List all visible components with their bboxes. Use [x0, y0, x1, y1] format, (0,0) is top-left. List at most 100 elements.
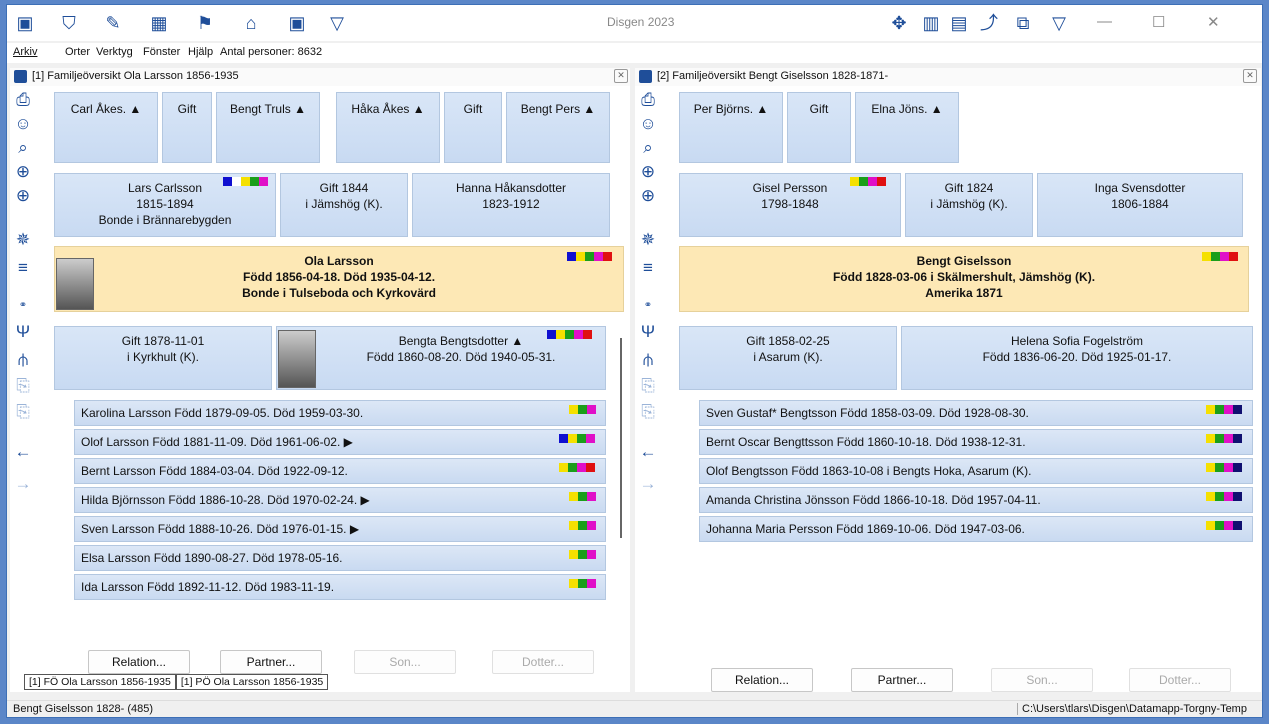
relation-icon[interactable]: ⚭ — [13, 296, 33, 316]
person-search-icon[interactable]: ☺ — [13, 114, 33, 134]
spouse-box[interactable]: Bengta Bengtsdotter ▲ Född 1860-08-20. D… — [276, 326, 606, 390]
partner-button[interactable]: Partner... — [851, 668, 953, 692]
child-row[interactable]: Sven Gustaf* Bengtsson Född 1858-03-09. … — [699, 400, 1253, 426]
print-icon[interactable]: ⎙ — [638, 90, 658, 110]
search-icon[interactable]: ⌕ — [638, 138, 658, 158]
columns-icon[interactable]: ▥ — [919, 11, 943, 35]
link-icon[interactable]: ⧉ — [1011, 11, 1035, 35]
menu-orter[interactable]: Orter — [65, 46, 90, 58]
son-button[interactable]: Son... — [991, 668, 1093, 692]
relation-button[interactable]: Relation... — [88, 650, 190, 674]
grandparent-box[interactable]: Bengt Pers ▲ — [506, 92, 610, 163]
child-name: Olof Larsson Född 1881-11-09. Död 1961-0… — [81, 435, 353, 449]
forward-arrow-icon[interactable]: → — [638, 474, 658, 494]
menu-arkiv[interactable]: Arkiv — [13, 46, 37, 58]
family-tree-icon[interactable]: Ψ — [638, 322, 658, 342]
grandparent-box[interactable]: Elna Jöns. ▲ — [855, 92, 959, 163]
marriage-box[interactable]: Gift 1858-02-25 i Asarum (K). — [679, 326, 897, 390]
child-row[interactable]: Johanna Maria Persson Född 1869-10-06. D… — [699, 516, 1253, 542]
globe-add-icon[interactable]: ⊕ — [638, 162, 658, 182]
relation-icon[interactable]: ⚭ — [638, 296, 658, 316]
mother-box[interactable]: Inga Svensdotter 1806-1884 — [1037, 173, 1243, 237]
mother-box[interactable]: Hanna Håkansdotter 1823-1912 — [412, 173, 610, 237]
back-arrow-icon[interactable]: ← — [638, 442, 658, 462]
dotter-button[interactable]: Dotter... — [492, 650, 594, 674]
list-menu-icon[interactable]: ≡ — [638, 258, 658, 278]
place-icon[interactable]: ⌂ — [239, 11, 263, 35]
import-icon[interactable]: ⎘ — [638, 402, 658, 422]
main-person-box[interactable]: Ola Larsson Född 1856-04-18. Död 1935-04… — [54, 246, 624, 312]
move-icon[interactable]: ✥ — [887, 11, 911, 35]
globe-view-icon[interactable]: ⊕ — [13, 186, 33, 206]
customize-right-icon[interactable]: ▽ — [1047, 11, 1071, 35]
child-row[interactable]: Elsa Larsson Född 1890-08-27. Död 1978-0… — [74, 545, 606, 571]
person-search-icon[interactable]: ☺ — [638, 114, 658, 134]
flag-icon[interactable]: ⚑ — [193, 11, 217, 35]
child-name: Ida Larsson Född 1892-11-12. Död 1983-11… — [81, 580, 335, 594]
tab-person-overview[interactable]: [1] PÖ Ola Larsson 1856-1935 — [175, 674, 329, 690]
descendants-icon[interactable]: ⫛ — [13, 350, 33, 370]
person-card-icon[interactable]: ▣ — [285, 11, 309, 35]
father-box[interactable]: Lars Carlsson 1815-1894 Bonde i Brännare… — [54, 173, 276, 237]
marriage-box[interactable]: Gift 1878-11-01 i Kyrkhult (K). — [54, 326, 272, 390]
spouse-box[interactable]: Helena Sofia Fogelström Född 1836-06-20.… — [901, 326, 1253, 390]
family-tree-icon[interactable]: Ψ — [13, 322, 33, 342]
customize-dropdown-icon[interactable]: ▽ — [325, 11, 349, 35]
child-row[interactable]: Bernt Larsson Född 1884-03-04. Död 1922-… — [74, 458, 606, 484]
child-row[interactable]: Amanda Christina Jönsson Född 1866-10-18… — [699, 487, 1253, 513]
forward-arrow-icon[interactable]: → — [13, 474, 33, 494]
left-pane-close-icon[interactable]: ✕ — [614, 69, 628, 83]
grandparent-box[interactable]: Carl Åkes. ▲ — [54, 92, 158, 163]
child-row[interactable]: Karolina Larsson Född 1879-09-05. Död 19… — [74, 400, 606, 426]
partner-button[interactable]: Partner... — [220, 650, 322, 674]
search-icon[interactable]: ⌕ — [13, 138, 33, 158]
menu-fonster[interactable]: Fönster — [143, 46, 180, 58]
minimize-icon[interactable]: — — [1097, 13, 1112, 30]
print-icon[interactable]: ⎙ — [13, 90, 33, 110]
export-icon[interactable]: ⎘ — [638, 376, 658, 396]
globe-view-icon[interactable]: ⊕ — [638, 186, 658, 206]
globe-add-icon[interactable]: ⊕ — [13, 162, 33, 182]
grandparent-box[interactable]: Håka Åkes ▲ — [336, 92, 440, 163]
filter-tool-icon[interactable]: ⛉ — [57, 11, 81, 35]
grandparent-box[interactable]: Bengt Truls ▲ — [216, 92, 320, 163]
menu-hjalp[interactable]: Hjälp — [188, 46, 213, 58]
spouse-photo[interactable] — [278, 330, 316, 388]
child-row[interactable]: Olof Larsson Född 1881-11-09. Död 1961-0… — [74, 429, 606, 455]
close-icon[interactable]: ✕ — [1207, 13, 1220, 31]
father-box[interactable]: Gisel Persson 1798-1848 — [679, 173, 901, 237]
back-arrow-icon[interactable]: ← — [13, 442, 33, 462]
scrollbar[interactable] — [620, 338, 622, 538]
relation-button[interactable]: Relation... — [711, 668, 813, 692]
parents-marriage-box[interactable]: Gift 1824 i Jämshög (K). — [905, 173, 1033, 237]
right-pane-close-icon[interactable]: ✕ — [1243, 69, 1257, 83]
menu-verktyg[interactable]: Verktyg — [96, 46, 133, 58]
export-icon[interactable]: ⎘ — [13, 376, 33, 396]
tab-family-overview[interactable]: [1] FÖ Ola Larsson 1856-1935 — [24, 674, 176, 690]
main-person-photo[interactable] — [56, 258, 94, 310]
grandparent-marriage-box[interactable]: Gift — [162, 92, 212, 163]
child-row[interactable]: Olof Bengtsson Född 1863-10-08 i Bengts … — [699, 458, 1253, 484]
list-menu-icon[interactable]: ≡ — [13, 258, 33, 278]
branch-icon[interactable]: ⤴ — [977, 11, 1001, 35]
grandparent-box[interactable]: Per Björns. ▲ — [679, 92, 783, 163]
child-row[interactable]: Hilda Björnsson Född 1886-10-28. Död 197… — [74, 487, 606, 513]
main-person-box[interactable]: Bengt Giselsson Född 1828-03-06 i Skälme… — [679, 246, 1249, 312]
tree-settings-icon[interactable]: ✵ — [13, 230, 33, 250]
dotter-button[interactable]: Dotter... — [1129, 668, 1231, 692]
calendar-icon[interactable]: ▦ — [147, 11, 171, 35]
parents-marriage-box[interactable]: Gift 1844 i Jämshög (K). — [280, 173, 408, 237]
child-row[interactable]: Sven Larsson Född 1888-10-26. Död 1976-0… — [74, 516, 606, 542]
maximize-icon[interactable]: ☐ — [1152, 13, 1165, 31]
tree-settings-icon[interactable]: ✵ — [638, 230, 658, 250]
save-icon[interactable]: ▤ — [947, 11, 971, 35]
son-button[interactable]: Son... — [354, 650, 456, 674]
import-icon[interactable]: ⎘ — [13, 402, 33, 422]
grandparent-marriage-box[interactable]: Gift — [444, 92, 502, 163]
child-row[interactable]: Bernt Oscar Bengttsson Född 1860-10-18. … — [699, 429, 1253, 455]
descendants-icon[interactable]: ⫛ — [638, 350, 658, 370]
main-person-occupation: Bonde i Tulseboda och Kyrkovärd — [242, 286, 436, 300]
edit-tool-icon[interactable]: ✎ — [101, 11, 125, 35]
grandparent-marriage-box[interactable]: Gift — [787, 92, 851, 163]
child-row[interactable]: Ida Larsson Född 1892-11-12. Död 1983-11… — [74, 574, 606, 600]
